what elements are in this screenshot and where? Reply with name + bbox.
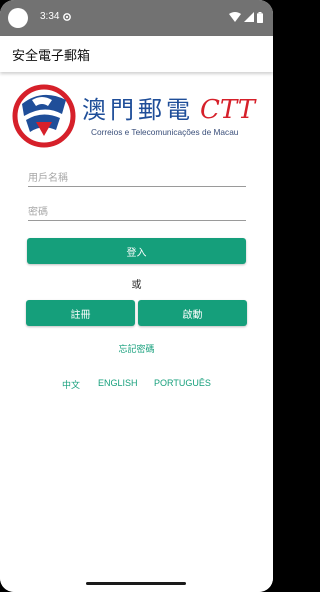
app-bar: 安全電子郵箱: [0, 36, 273, 72]
system-icons: [229, 11, 263, 23]
home-gesture-handle[interactable]: [86, 582, 186, 585]
register-button[interactable]: 註冊: [26, 300, 135, 326]
forgot-password-link[interactable]: 忘記密碼: [0, 342, 273, 355]
activate-button[interactable]: 啟動: [138, 300, 247, 326]
ctt-logo: 澳門郵電 CTT Correios e Telecomunicações de …: [12, 84, 257, 148]
logo-subtitle: Correios e Telecomunicações de Macau: [91, 127, 239, 137]
camera-cutout: [8, 8, 28, 28]
lang-english-link[interactable]: ENGLISH: [98, 378, 138, 388]
battery-icon: [257, 11, 263, 23]
username-input[interactable]: [28, 169, 246, 188]
lang-portuguese-link[interactable]: PORTUGUÊS: [154, 378, 211, 388]
ctt-emblem-icon: [12, 84, 76, 148]
signal-icon: [244, 12, 254, 22]
password-input[interactable]: [28, 203, 246, 222]
login-button[interactable]: 登入: [27, 238, 246, 264]
username-field[interactable]: [28, 166, 246, 188]
lang-chinese-link[interactable]: 中文: [62, 378, 80, 391]
status-bar: 3:34: [0, 0, 273, 36]
status-time: 3:34: [40, 11, 60, 22]
phone-screen: 3:34 安全電子郵箱 澳門郵電 CTT Correios e Telecomu…: [0, 0, 273, 592]
gear-icon: [63, 13, 71, 21]
password-field[interactable]: [28, 200, 246, 222]
logo-brand: CTT: [200, 95, 257, 125]
or-separator: 或: [131, 280, 142, 291]
app-title: 安全電子郵箱: [12, 49, 91, 64]
wifi-icon: [229, 12, 241, 22]
logo-chinese-name: 澳門郵電: [82, 96, 194, 124]
